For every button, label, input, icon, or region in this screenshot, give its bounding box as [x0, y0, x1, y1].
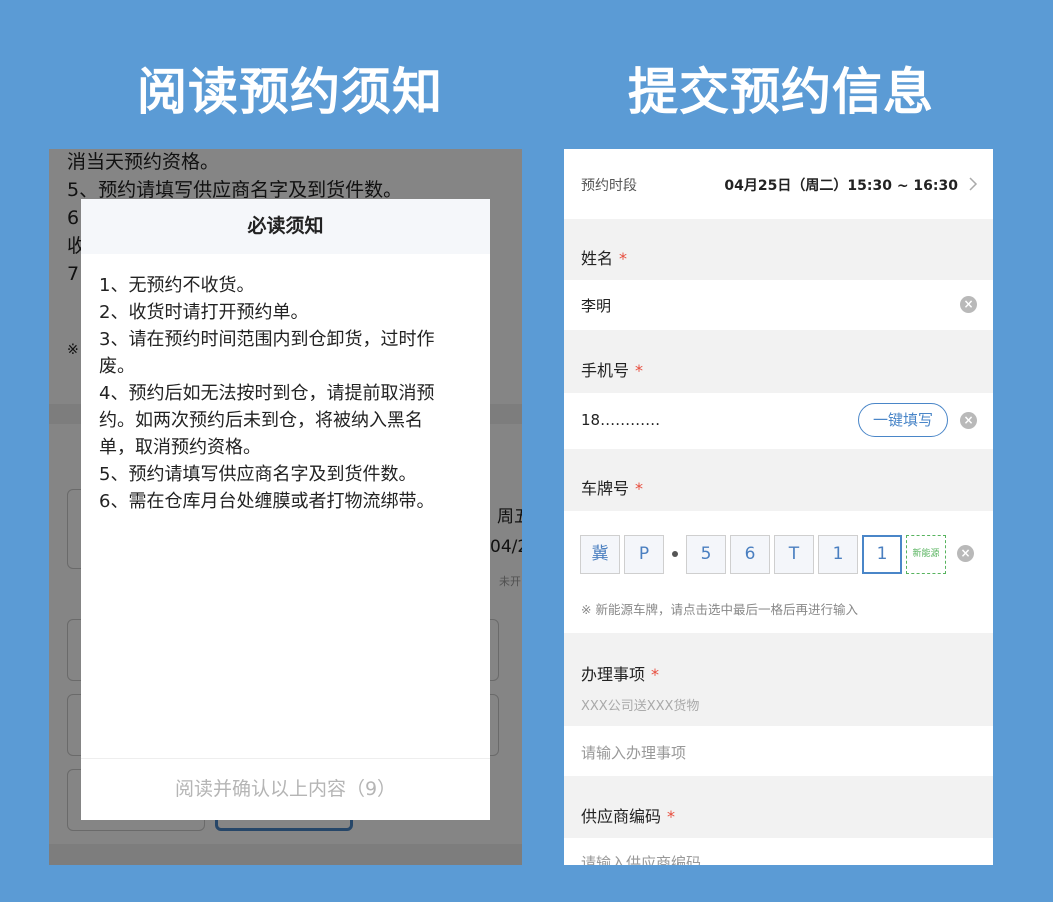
- plate-char-box[interactable]: 6: [730, 535, 770, 574]
- matter-placeholder: 请输入办理事项: [581, 744, 687, 762]
- phone-input[interactable]: 18………… 一键填写 ×: [564, 393, 993, 449]
- notice-line: 2、收货时请打开预约单。: [99, 302, 309, 323]
- required-mark: *: [635, 479, 644, 498]
- supplier-code-placeholder: 请输入供应商编码: [581, 854, 702, 865]
- autofill-button[interactable]: 一键填写: [858, 403, 948, 437]
- name-input[interactable]: 李明 ×: [564, 280, 993, 330]
- phone-value: 18…………: [581, 411, 661, 429]
- matter-input[interactable]: 请输入办理事项: [564, 726, 993, 776]
- supplier-code-label: 供应商编码 *: [581, 807, 676, 826]
- notice-line: 废。: [99, 356, 135, 377]
- headline-submit-info: 提交预约信息: [628, 63, 934, 121]
- required-mark: *: [619, 249, 628, 268]
- name-value: 李明: [581, 297, 612, 315]
- notice-line: 4、预约后如无法按时到仓，请提前取消预: [99, 383, 435, 404]
- notice-line: 单，取消预约资格。: [99, 437, 261, 458]
- plate-label: 车牌号 *: [581, 479, 644, 498]
- clear-circle-icon[interactable]: ×: [960, 412, 977, 429]
- supplier-code-input[interactable]: 请输入供应商编码: [564, 838, 993, 865]
- time-slot-value: 04月25日（周二）15:30 ~ 16:30: [724, 178, 958, 194]
- right-phone-screen: 预约时段 04月25日（周二）15:30 ~ 16:30 姓名 * 李明 × 手机…: [564, 149, 993, 865]
- headline-read-notice: 阅读预约须知: [137, 63, 443, 121]
- plate-char-box[interactable]: T: [774, 535, 814, 574]
- notice-line: 约。如两次预约后未到仓，将被纳入黑名: [99, 410, 423, 431]
- plate-ev-box[interactable]: 新能源: [906, 535, 946, 574]
- plate-char-box[interactable]: 冀: [580, 535, 620, 574]
- left-phone-screen: 消当天预约资格。 5、预约请填写供应商名字及到货件数。 6 收 7 ※ 周五 0…: [49, 149, 522, 865]
- confirm-read-button[interactable]: 阅读并确认以上内容（9）: [81, 758, 490, 820]
- name-label: 姓名 *: [581, 249, 628, 268]
- chevron-right-icon: [969, 177, 978, 191]
- required-mark: *: [635, 361, 644, 380]
- notice-line: 3、请在预约时间范围内到仓卸货，过时作: [99, 329, 435, 350]
- plate-char-box[interactable]: 5: [686, 535, 726, 574]
- plate-char-box[interactable]: P: [624, 535, 664, 574]
- notice-line: 6、需在仓库月台处缠膜或者打物流绑带。: [99, 491, 435, 512]
- matter-example: XXX公司送XXX货物: [581, 699, 700, 714]
- plate-hint: ※ 新能源车牌，请点击选中最后一格后再进行输入: [581, 602, 858, 617]
- notice-line: 1、无预约不收货。: [99, 275, 255, 296]
- plate-char-box[interactable]: 1: [818, 535, 858, 574]
- plate-char-box-active[interactable]: 1: [862, 535, 902, 574]
- required-mark: *: [651, 665, 660, 684]
- modal-body: 1、无预约不收货。 2、收货时请打开预约单。 3、请在预约时间范围内到仓卸货，过…: [81, 254, 490, 515]
- time-slot-row[interactable]: 预约时段 04月25日（周二）15:30 ~ 16:30: [564, 149, 993, 219]
- plate-separator-dot: [672, 551, 678, 557]
- notice-line: 5、预约请填写供应商名字及到货件数。: [99, 464, 417, 485]
- notice-modal: 必读须知 1、无预约不收货。 2、收货时请打开预约单。 3、请在预约时间范围内到…: [81, 199, 490, 820]
- clear-circle-icon[interactable]: ×: [957, 545, 974, 562]
- clear-circle-icon[interactable]: ×: [960, 296, 977, 313]
- required-mark: *: [667, 807, 676, 826]
- time-slot-label: 预约时段: [581, 178, 637, 194]
- phone-label: 手机号 *: [581, 361, 644, 380]
- matter-label: 办理事项 *: [581, 665, 660, 684]
- modal-title: 必读须知: [81, 199, 490, 254]
